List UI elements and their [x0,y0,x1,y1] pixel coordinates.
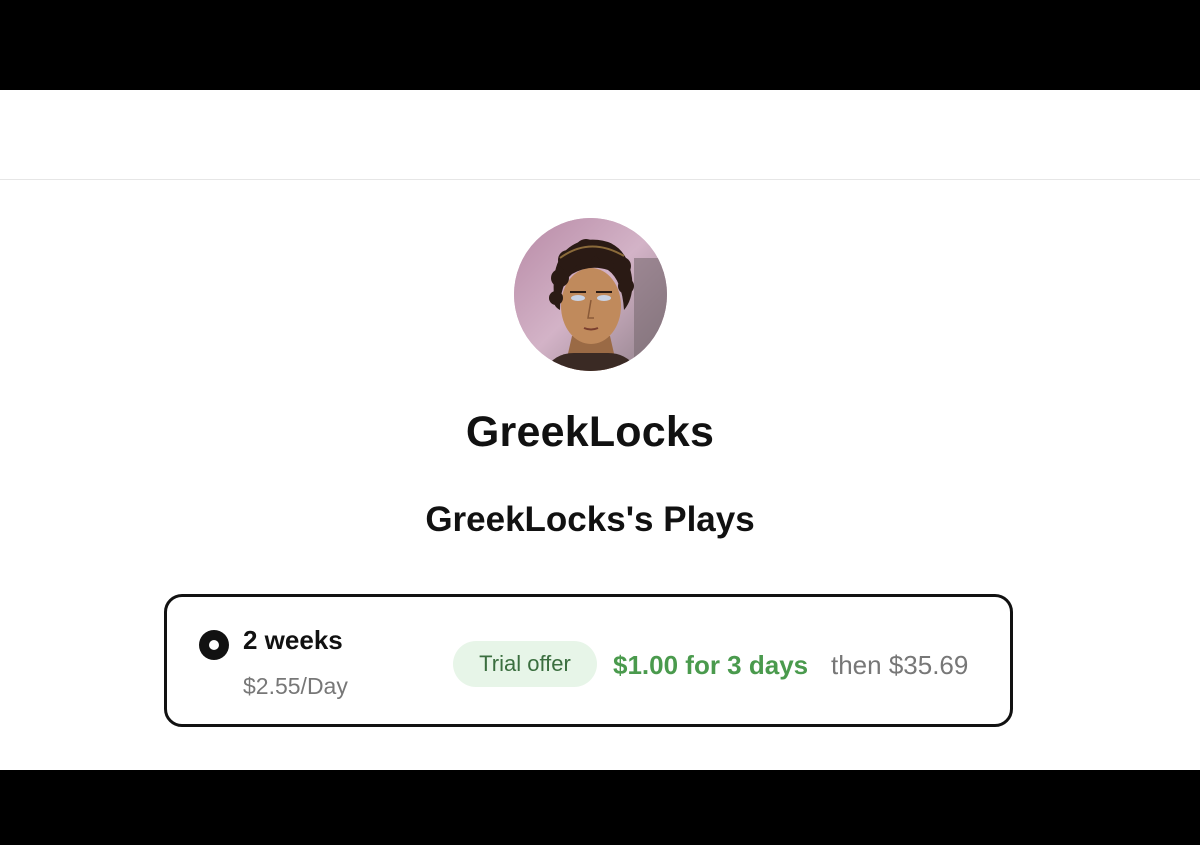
letterbox-bottom [0,770,1200,845]
plan-duration: 2 weeks [243,625,343,655]
plan-daily-price: $2.55/Day [243,673,348,699]
page-title: GreekLocks's Plays [425,500,755,539]
radio-dot [209,640,219,650]
plan-option-2-weeks[interactable]: 2 weeks $2.55/Day Trial offer $1.00 for … [164,594,1013,727]
header [0,90,1200,180]
page: GreekLocks GreekLocks's Plays 2 weeks $2… [0,90,1200,770]
then-price: then $35.69 [831,650,969,680]
letterbox-top [0,0,1200,90]
offer-price: $1.00 for 3 days [613,650,809,680]
trial-offer-badge: Trial offer [453,641,597,687]
avatar-image [514,218,667,371]
avatar [514,218,667,371]
screenshot-frame: GreekLocks GreekLocks's Plays 2 weeks $2… [0,0,1200,845]
radio-button-selected[interactable] [199,630,229,660]
creator-name: GreekLocks [465,408,715,456]
